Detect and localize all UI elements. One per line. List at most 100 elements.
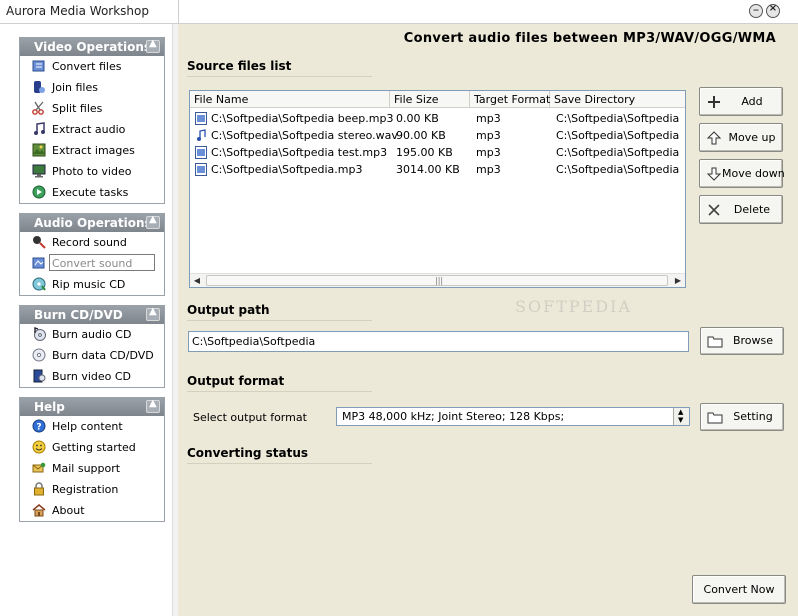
group-header[interactable]: Burn CD/DVD ▲ — [20, 306, 164, 324]
sidebar-item-extract-audio[interactable]: Extract audio — [20, 119, 164, 140]
collapse-button[interactable]: ▲ — [146, 306, 160, 321]
wav-file-icon — [197, 129, 206, 141]
cell-save-directory: C:\Softpedia\Softpedia — [556, 129, 680, 142]
table-row[interactable]: C:\Softpedia\Softpedia beep.mp3 0.00 KB … — [190, 110, 685, 127]
chevron-up-icon: ▲ — [149, 398, 157, 409]
sidebar-item-label: Getting started — [52, 441, 136, 454]
sidebar-item-burn-audio-cd[interactable]: Burn audio CD — [20, 324, 164, 345]
scroll-right-icon[interactable]: ▶ — [671, 274, 685, 287]
sidebar-item-record-sound[interactable]: Record sound — [20, 232, 164, 253]
add-label: Add — [741, 94, 763, 108]
folder-icon — [707, 336, 723, 348]
group-title: Help — [34, 400, 65, 414]
source-files-list[interactable]: File Name File Size Target Format Save D… — [189, 90, 686, 288]
group-header[interactable]: Audio Operations ▲ — [20, 214, 164, 232]
collapse-button[interactable]: ▲ — [146, 38, 160, 53]
setting-button[interactable]: Setting — [700, 403, 784, 431]
setting-label: Setting — [733, 410, 773, 423]
spin-up-icon[interactable]: ▲ — [678, 408, 683, 416]
collapse-button[interactable]: ▲ — [146, 398, 160, 413]
close-button[interactable]: × — [766, 3, 780, 18]
sidebar-item-execute-tasks[interactable]: Execute tasks — [20, 182, 164, 203]
column-header-target-format[interactable]: Target Format — [470, 91, 550, 108]
smiley-icon — [32, 440, 46, 454]
section-divider — [187, 320, 372, 321]
section-divider — [187, 391, 372, 392]
mp3-file-icon — [195, 163, 207, 176]
converting-status-heading: Converting status — [187, 446, 309, 460]
sidebar-item-about[interactable]: About — [20, 500, 164, 521]
delete-button[interactable]: Delete — [699, 195, 783, 224]
scrollbar-thumb[interactable]: ||| — [206, 275, 668, 286]
table-row[interactable]: C:\Softpedia\Softpedia test.mp3 195.00 K… — [190, 144, 685, 161]
sidebar-item-split-files[interactable]: Split files — [20, 98, 164, 119]
list-header: File Name File Size Target Format Save D… — [190, 91, 685, 108]
sidebar-item-mail-support[interactable]: Mail support — [20, 458, 164, 479]
table-row[interactable]: C:\Softpedia\Softpedia.mp3 3014.00 KB mp… — [190, 161, 685, 178]
sidebar-item-label: Join files — [52, 81, 98, 94]
monitor-icon — [32, 164, 46, 178]
cell-file-size: 90.00 KB — [396, 129, 446, 142]
sidebar-item-extract-images[interactable]: Extract images — [20, 140, 164, 161]
mp3-file-icon — [195, 146, 207, 159]
group-header[interactable]: Help ▲ — [20, 398, 164, 416]
cell-file-name: C:\Softpedia\Softpedia beep.mp3 — [211, 112, 394, 125]
spin-down-icon[interactable]: ▼ — [678, 416, 683, 424]
sidebar-item-burn-video-cd[interactable]: Burn video CD — [20, 366, 164, 387]
video-cd-icon — [33, 369, 46, 383]
column-header-save-directory[interactable]: Save Directory — [550, 91, 685, 108]
minimize-icon: _ — [753, 0, 759, 11]
cell-file-size: 0.00 KB — [396, 112, 439, 125]
spinner[interactable]: ▲ ▼ — [673, 408, 689, 425]
plus-icon — [708, 95, 720, 108]
browse-button[interactable]: Browse — [700, 327, 784, 355]
rip-cd-icon — [32, 277, 46, 291]
scroll-left-icon[interactable]: ◀ — [190, 274, 204, 287]
group-burn-cd-dvd: Burn CD/DVD ▲ Burn audio CD Burn data CD… — [19, 305, 165, 388]
sidebar-item-help-content[interactable]: ? Help content — [20, 416, 164, 437]
microphone-icon — [33, 236, 46, 249]
output-path-field[interactable]: C:\Softpedia\Softpedia — [188, 331, 689, 352]
cell-file-name: C:\Softpedia\Softpedia stereo.wav — [211, 129, 398, 142]
sidebar-item-registration[interactable]: Registration — [20, 479, 164, 500]
move-up-button[interactable]: Move up — [699, 123, 783, 152]
sidebar-item-getting-started[interactable]: Getting started — [20, 437, 164, 458]
sidebar-item-rip-music-cd[interactable]: Rip music CD — [20, 274, 164, 295]
add-button[interactable]: Add — [699, 87, 783, 116]
column-header-file-name[interactable]: File Name — [190, 91, 390, 108]
cell-target-format: mp3 — [476, 129, 501, 142]
title-bar: Aurora Media Workshop _ × — [0, 0, 798, 24]
help-icon: ? — [32, 419, 46, 433]
convert-sound-icon — [32, 257, 45, 269]
sidebar-item-label: Extract images — [52, 144, 135, 157]
sidebar-item-photo-to-video[interactable]: Photo to video — [20, 161, 164, 182]
column-header-file-size[interactable]: File Size — [390, 91, 470, 108]
horizontal-scrollbar[interactable]: ◀ ||| ▶ — [190, 273, 685, 287]
sidebar-scrollbar[interactable] — [172, 24, 178, 616]
mail-icon — [32, 462, 46, 473]
table-row[interactable]: C:\Softpedia\Softpedia stereo.wav 90.00 … — [190, 127, 685, 144]
close-icon: × — [768, 3, 778, 14]
move-down-button[interactable]: Move down — [699, 159, 785, 188]
collapse-button[interactable]: ▲ — [146, 214, 160, 229]
watermark: SOFTPEDIA — [515, 297, 632, 316]
data-cd-icon — [32, 348, 46, 362]
minimize-button[interactable]: _ — [749, 0, 763, 18]
sidebar-item-convert-files[interactable]: Convert files — [20, 56, 164, 77]
audio-cd-icon — [34, 327, 46, 341]
sidebar-item-label: Burn audio CD — [52, 328, 132, 341]
output-format-select[interactable]: MP3 48,000 kHz; Joint Stereo; 128 Kbps; … — [336, 407, 690, 426]
cell-target-format: mp3 — [476, 163, 501, 176]
arrow-down-icon — [706, 167, 722, 181]
image-icon — [32, 143, 46, 157]
cell-file-size: 3014.00 KB — [396, 163, 460, 176]
convert-now-button[interactable]: Convert Now — [692, 575, 786, 604]
sidebar-item-burn-data-cd-dvd[interactable]: Burn data CD/DVD — [20, 345, 164, 366]
page-title: Convert audio files between MP3/WAV/OGG/… — [403, 31, 776, 46]
sidebar-item-join-files[interactable]: Join files — [20, 77, 164, 98]
select-format-label: Select output format — [193, 411, 307, 424]
chevron-up-icon: ▲ — [149, 306, 157, 317]
sidebar-item-convert-sound[interactable]: Convert sound — [20, 253, 164, 274]
sidebar-item-label: Burn video CD — [52, 370, 132, 383]
group-header[interactable]: Video Operations ▲ — [20, 38, 164, 56]
